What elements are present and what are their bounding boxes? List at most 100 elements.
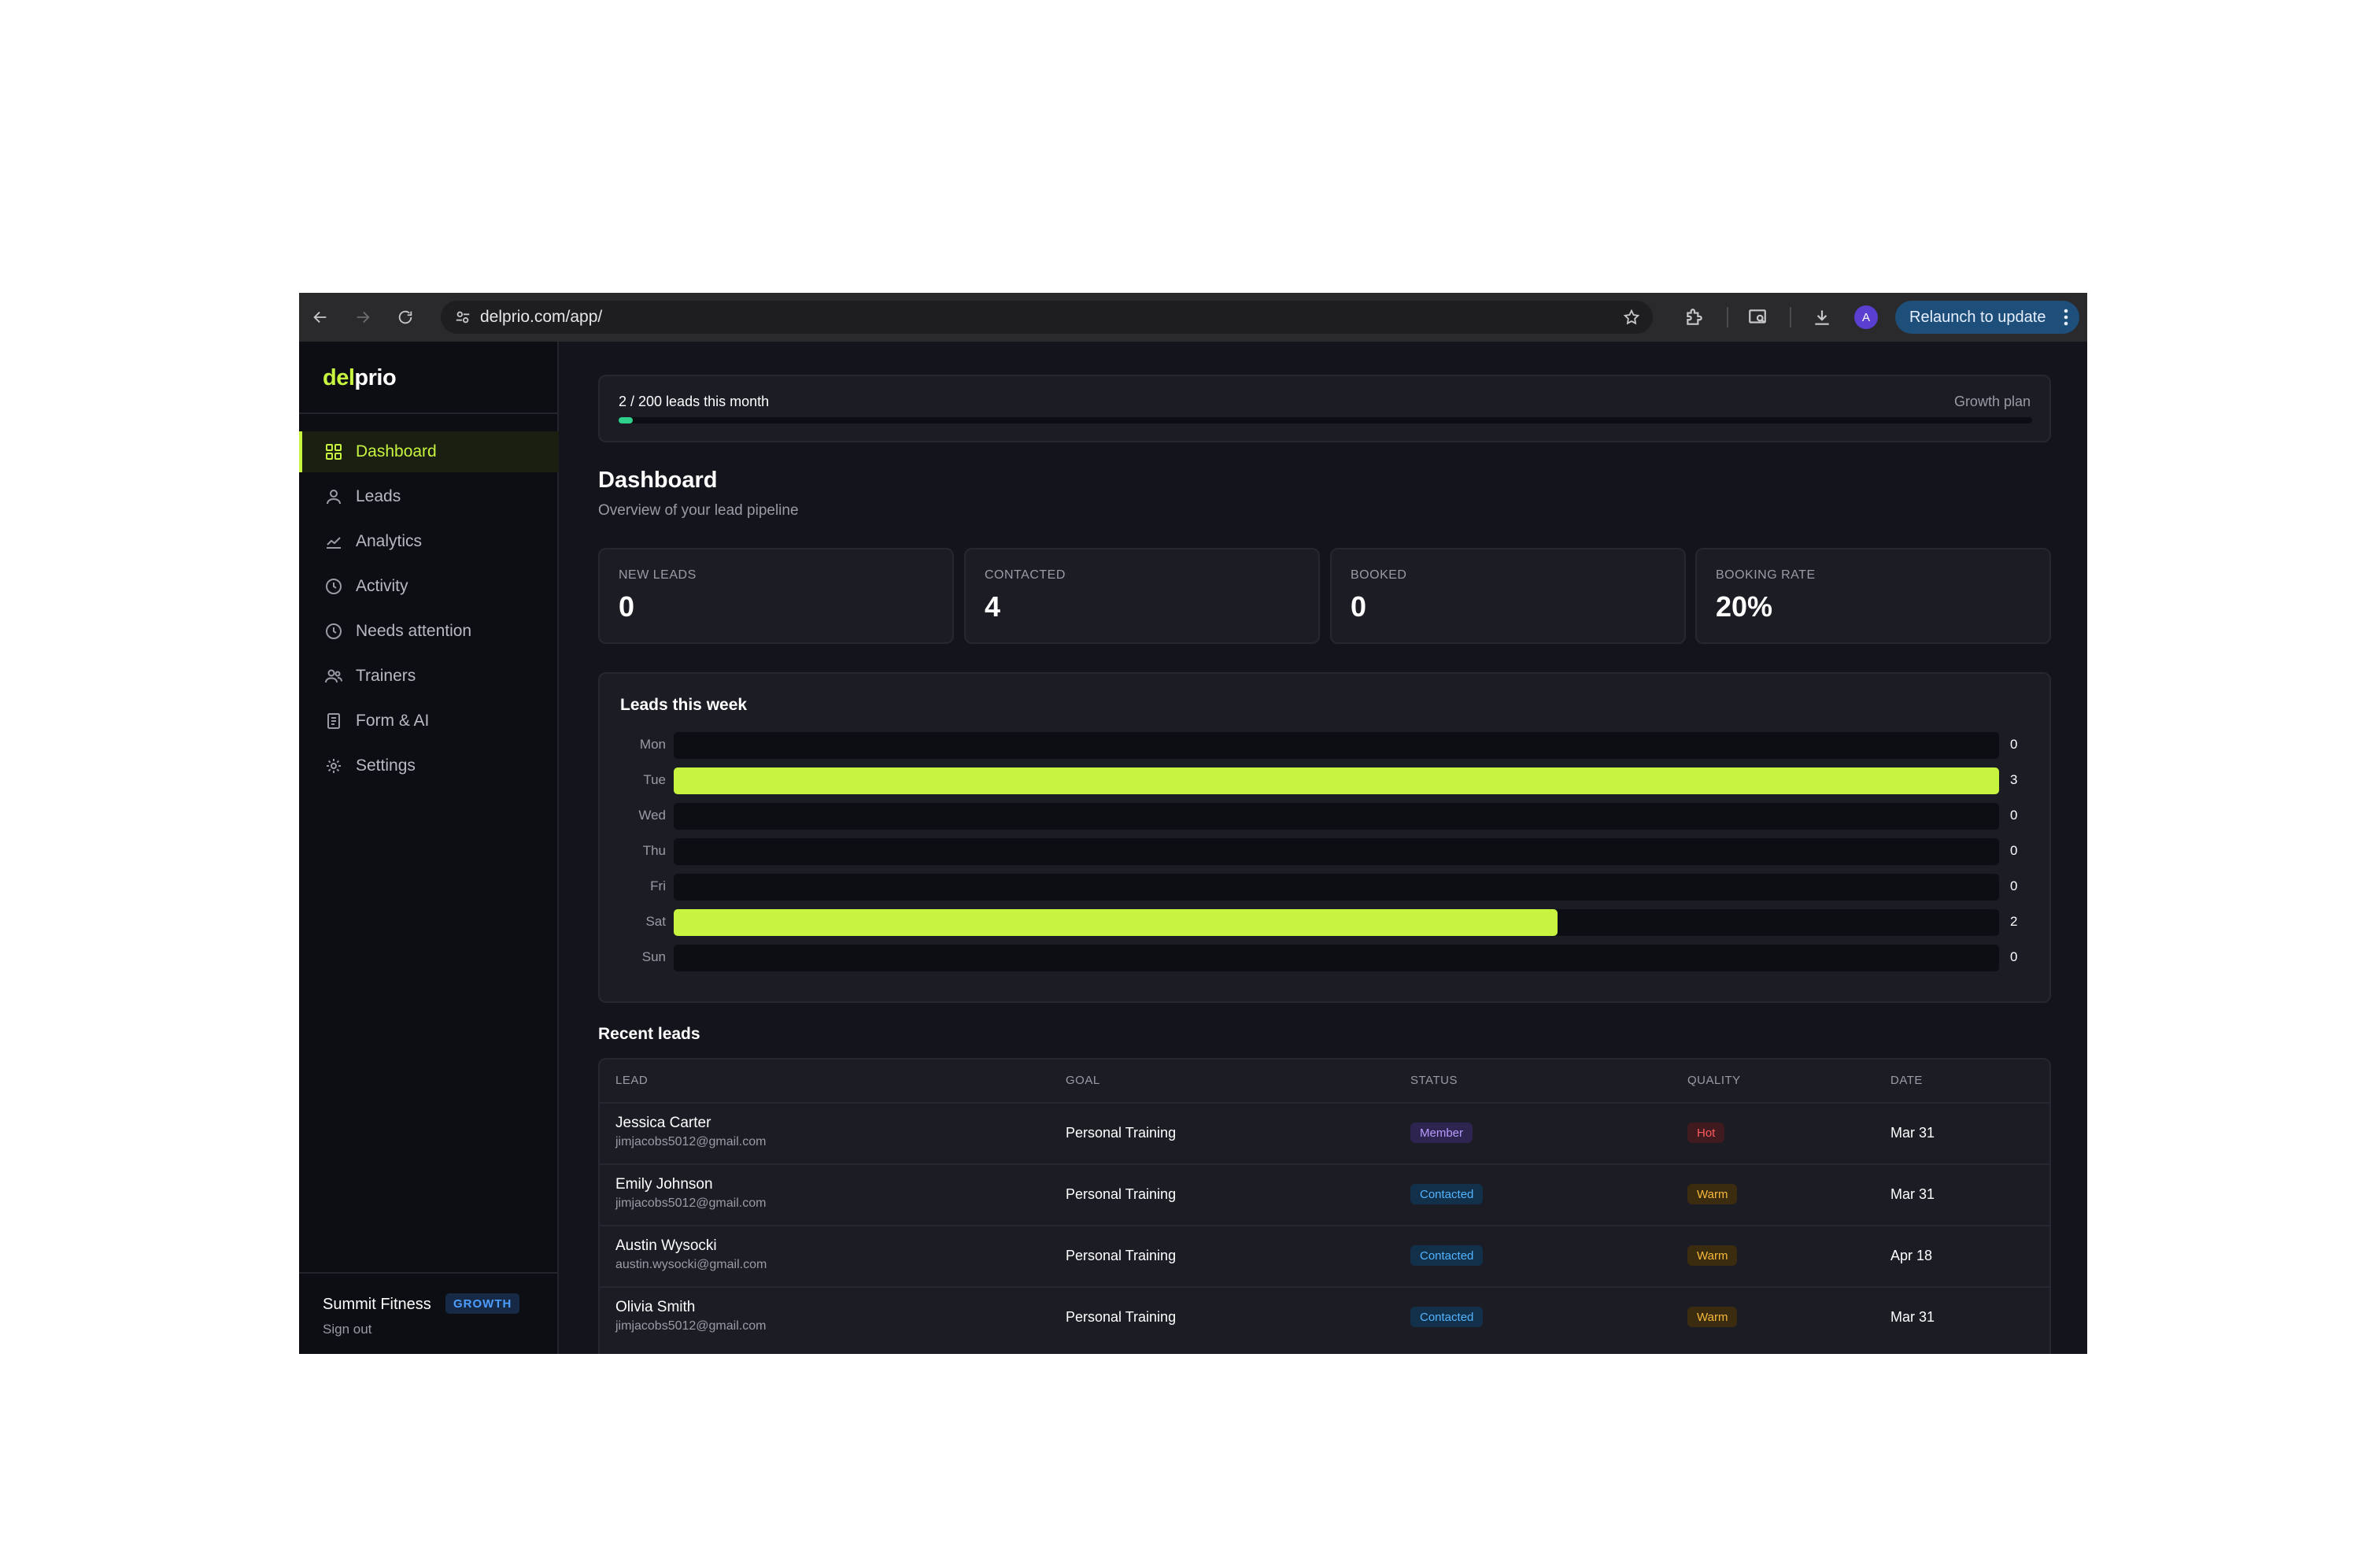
stat-label: BOOKED <box>1351 568 1407 582</box>
extensions-icon[interactable] <box>1684 307 1705 327</box>
data-label: 0 <box>2010 808 2018 823</box>
reload-icon <box>398 310 412 324</box>
sidebar-item-dashboard[interactable]: Dashboard <box>299 431 559 472</box>
sidebar-item-form-ai[interactable]: Form & AI <box>299 701 559 742</box>
column-header-quality: QUALITY <box>1687 1074 1741 1087</box>
status-badge: Contacted <box>1410 1245 1484 1266</box>
plan-badge: GROWTH <box>445 1293 520 1314</box>
stat-value: 0 <box>619 590 635 623</box>
lead-goal: Personal Training <box>1066 1125 1177 1141</box>
arrow-right-icon <box>357 311 370 324</box>
category-label: Thu <box>642 843 666 858</box>
document-icon <box>327 713 340 729</box>
sidebar-item-analytics[interactable]: Analytics <box>299 521 559 562</box>
organization-name: Summit Fitness <box>323 1296 431 1313</box>
stat-value: 4 <box>985 590 1001 623</box>
table-row[interactable]: Austin Wysocki austin.wysocki@gmail.com Pe… <box>600 1225 2049 1286</box>
lead-goal: Personal Training <box>1066 1309 1177 1325</box>
chart-row: Thu 0 <box>600 838 2053 865</box>
arrow-left-icon <box>313 311 327 324</box>
column-header-goal: GOAL <box>1066 1074 1100 1087</box>
data-label: 0 <box>2010 949 2018 964</box>
lead-goal: Personal Training <box>1066 1248 1177 1263</box>
sidebar-item-needs-attention[interactable]: Needs attention <box>299 611 559 652</box>
category-label: Tue <box>643 772 666 787</box>
sidebar-item-label: Analytics <box>356 532 423 550</box>
lead-name: Olivia Smith <box>615 1299 696 1315</box>
column-header-date: DATE <box>1890 1074 1923 1087</box>
sidebar-item-trainers[interactable]: Trainers <box>299 656 559 697</box>
bar <box>674 767 1999 794</box>
stat-value: 0 <box>1351 590 1367 623</box>
sidebar-item-settings[interactable]: Settings <box>299 745 559 786</box>
table-row[interactable]: Olivia Smith jimjacobs5012@gmail.com Perso… <box>600 1286 2049 1348</box>
chart-title: Leads this week <box>620 696 748 714</box>
sidebar-item-label: Needs attention <box>356 622 472 640</box>
lead-date: Mar 31 <box>1890 1309 1935 1325</box>
profile-avatar[interactable]: A <box>1854 305 1878 329</box>
page-subtitle: Overview of your lead pipeline <box>598 502 799 519</box>
quality-badge: Hot <box>1687 1123 1725 1143</box>
divider <box>299 1272 559 1274</box>
sign-out-link[interactable]: Sign out <box>323 1322 371 1337</box>
reload-button[interactable] <box>384 293 427 342</box>
status-badge: Contacted <box>1410 1184 1484 1204</box>
star-icon[interactable] <box>1623 309 1640 326</box>
more-vertical-icon[interactable] <box>2064 308 2068 327</box>
lead-name: Emily Johnson <box>615 1176 713 1193</box>
sidebar-item-activity[interactable]: Activity <box>299 566 559 607</box>
main-content: 2 / 200 leads this month Growth plan Das… <box>559 342 2087 1354</box>
forward-button[interactable] <box>342 293 384 342</box>
grid-icon <box>326 444 342 460</box>
leads-week-chart: Leads this week Mon 0 Tue 3 Wed 0 Thu 0 Fri 0 Sat 2… <box>598 672 2051 1003</box>
chart-row: Wed 0 <box>600 803 2053 830</box>
bar-track <box>674 732 1999 759</box>
table-row[interactable]: Emily Johnson jimjacobs5012@gmail.com Pers… <box>600 1163 2049 1225</box>
data-label: 2 <box>2010 914 2018 929</box>
app-logo[interactable]: delprio <box>323 365 397 391</box>
lead-email: jimjacobs5012@gmail.com <box>615 1196 767 1210</box>
address-bar[interactable]: delprio.com/app/ <box>441 301 1653 334</box>
usage-text: 2 / 200 leads this month <box>619 394 770 409</box>
browser-toolbar: delprio.com/app/ A Relaunch to update <box>299 293 2087 342</box>
tab-search-icon[interactable] <box>1747 307 1768 327</box>
lead-email: austin.wysocki@gmail.com <box>615 1258 767 1271</box>
stat-label: CONTACTED <box>985 568 1066 582</box>
data-label: 0 <box>2010 737 2018 752</box>
bar <box>674 909 1558 936</box>
relaunch-label: Relaunch to update <box>1909 308 2046 326</box>
data-label: 0 <box>2010 843 2018 858</box>
chart-row: Mon 0 <box>600 732 2053 759</box>
usage-progress-fill <box>619 417 633 423</box>
sidebar-item-label: Activity <box>356 577 408 595</box>
column-header-lead: LEAD <box>615 1074 649 1087</box>
sidebar-item-label: Dashboard <box>356 442 437 460</box>
recent-leads-title: Recent leads <box>598 1025 700 1043</box>
back-button[interactable] <box>299 293 342 342</box>
download-icon[interactable] <box>1812 307 1832 327</box>
status-badge: Contacted <box>1410 1307 1484 1327</box>
sidebar: delprio Dashboard Leads Analytics Activi… <box>299 342 559 1354</box>
quality-badge: Warm <box>1687 1184 1738 1204</box>
user-icon <box>327 490 341 505</box>
site-settings-icon[interactable] <box>445 301 480 334</box>
users-icon <box>325 669 342 683</box>
recent-leads-table: LEAD GOAL STATUS QUALITY DATE Jessica Ca… <box>598 1058 2051 1354</box>
lead-email: jimjacobs5012@gmail.com <box>615 1319 767 1333</box>
bar-track <box>674 803 1999 830</box>
column-header-status: STATUS <box>1410 1074 1458 1087</box>
sidebar-item-label: Settings <box>356 756 416 775</box>
sidebar-item-leads[interactable]: Leads <box>299 476 559 517</box>
sidebar-item-label: Trainers <box>356 667 416 685</box>
chart-row: Fri 0 <box>600 874 2053 901</box>
plan-label[interactable]: Growth plan <box>1954 394 2031 410</box>
category-label: Wed <box>638 808 666 823</box>
table-row[interactable]: Jessica Carter jimjacobs5012@gmail.com Per… <box>600 1102 2049 1163</box>
clock-icon <box>326 579 342 594</box>
stat-label: NEW LEADS <box>619 568 697 582</box>
divider <box>299 412 559 414</box>
url-text: delprio.com/app/ <box>480 308 603 326</box>
usage-progress-track <box>619 417 2032 423</box>
data-label: 0 <box>2010 878 2018 893</box>
relaunch-button[interactable]: Relaunch to update <box>1895 301 2079 334</box>
